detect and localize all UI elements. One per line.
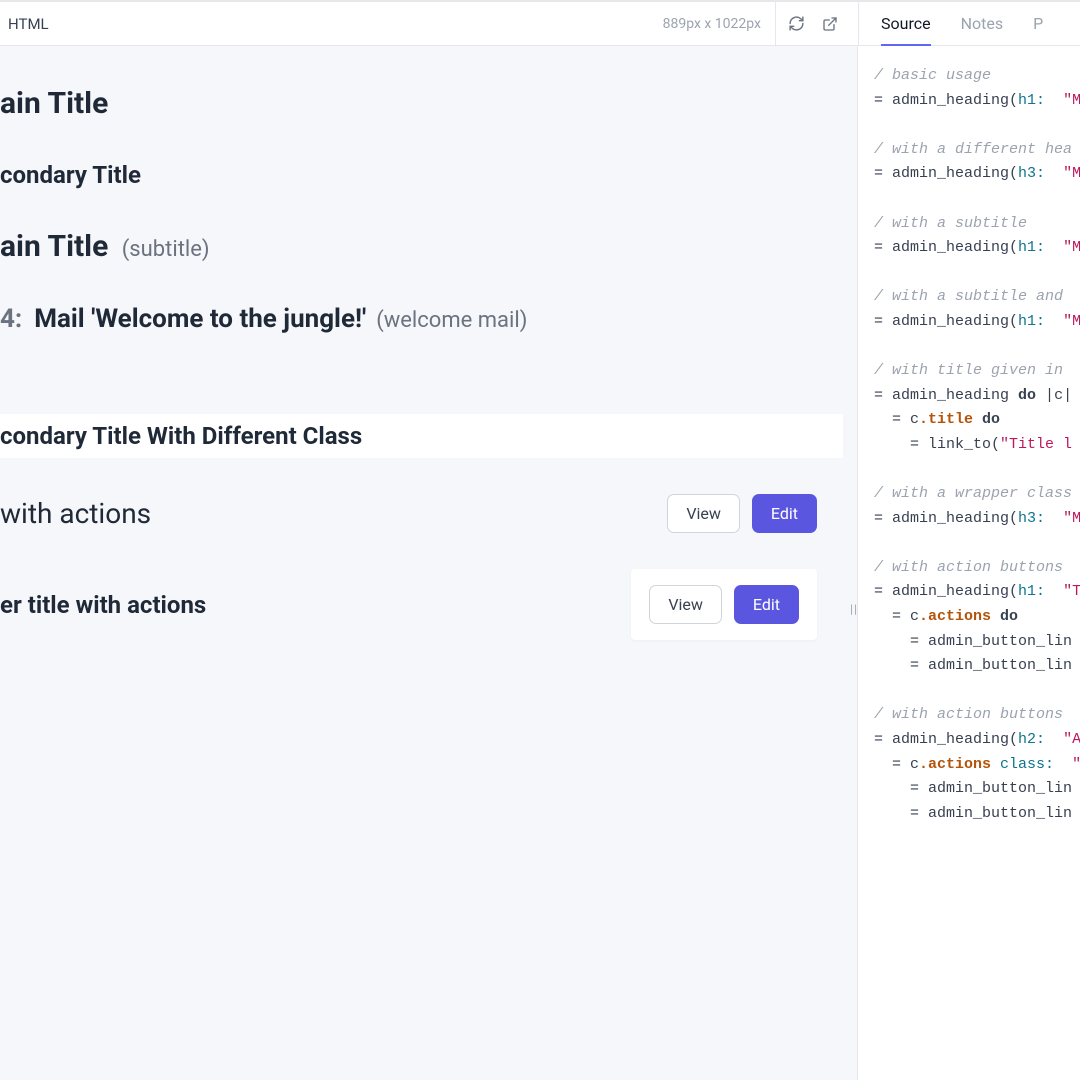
- resize-handle-icon[interactable]: ||: [850, 602, 858, 616]
- subtitle: (subtitle): [122, 237, 210, 262]
- edit-button[interactable]: Edit: [752, 494, 817, 533]
- heading-with-actions-1: with actions View Edit: [0, 494, 843, 533]
- mail-subtitle: (welcome mail): [376, 308, 527, 333]
- toolbar-icons: [775, 2, 844, 46]
- tab-source[interactable]: Source: [881, 2, 931, 45]
- edit-button[interactable]: Edit: [734, 585, 799, 624]
- action-card: View Edit: [631, 569, 817, 640]
- separator: [775, 2, 776, 46]
- action-buttons: View Edit: [667, 494, 817, 533]
- mail-title: Mail 'Welcome to the jungle!': [34, 304, 366, 334]
- heading-with-actions-2: er title with actions View Edit: [0, 569, 843, 640]
- mail-prefix: 4:: [0, 304, 22, 334]
- view-button[interactable]: View: [667, 494, 740, 533]
- format-label: HTML: [8, 15, 49, 33]
- main: ain Title condary Title ain Title (subti…: [0, 46, 1080, 1080]
- refresh-icon[interactable]: [782, 10, 810, 38]
- heading-main-1: ain Title: [0, 86, 843, 121]
- heading-text: ain Title: [0, 229, 108, 264]
- tab-notes[interactable]: Notes: [961, 2, 1004, 45]
- top-bar-left: HTML 889px x 1022px: [0, 2, 858, 46]
- heading-text: er title with actions: [0, 591, 206, 619]
- heading-boxed: condary Title With Different Class: [0, 414, 843, 458]
- tabs: Source Notes P: [858, 2, 1080, 45]
- tab-params[interactable]: P: [1033, 2, 1043, 45]
- source-pane[interactable]: / basic usage = admin_heading(h1: "M / w…: [858, 46, 1080, 1080]
- heading-mail: 4: Mail 'Welcome to the jungle!' (welcom…: [0, 304, 843, 334]
- heading-text: with actions: [0, 497, 151, 530]
- preview-pane: ain Title condary Title ain Title (subti…: [0, 46, 858, 1080]
- open-external-icon[interactable]: [816, 10, 844, 38]
- heading-main-subtitle: ain Title (subtitle): [0, 229, 843, 264]
- top-bar: HTML 889px x 1022px Source Notes P: [0, 0, 1080, 46]
- heading-boxed-text: condary Title With Different Class: [0, 422, 843, 450]
- view-button[interactable]: View: [649, 585, 722, 624]
- dimensions-label: 889px x 1022px: [663, 16, 761, 32]
- heading-secondary: condary Title: [0, 161, 843, 189]
